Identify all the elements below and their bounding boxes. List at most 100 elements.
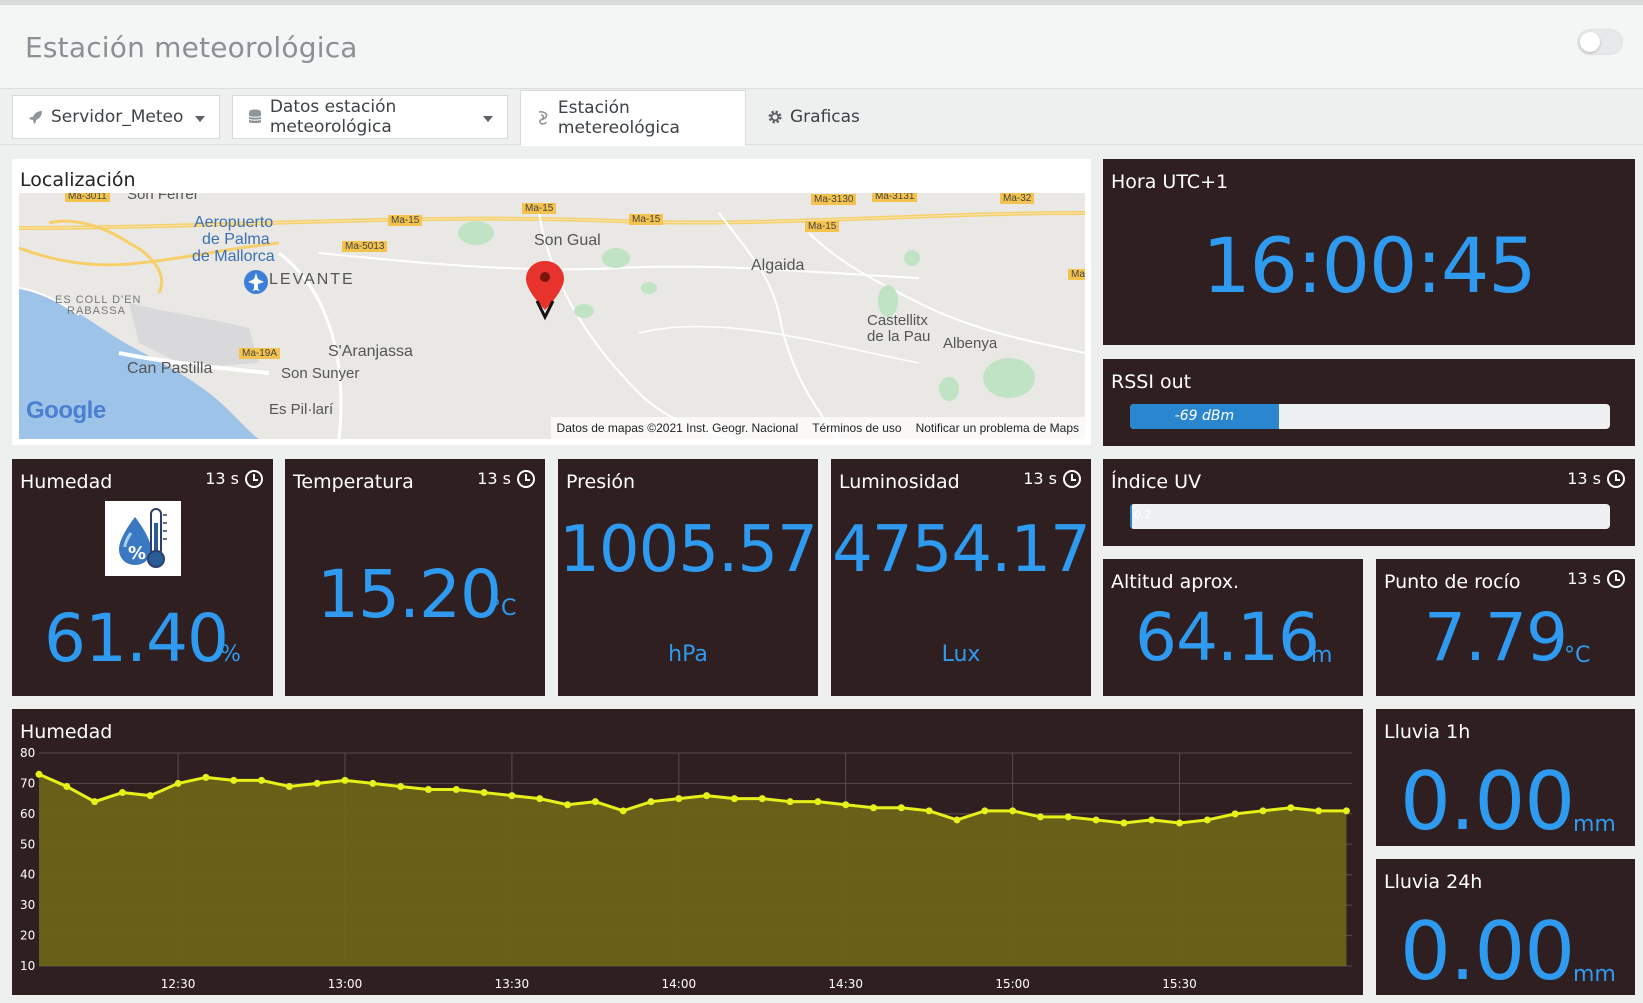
data-point bbox=[1342, 807, 1350, 815]
rssi-bar: -69 dBm bbox=[1130, 404, 1610, 429]
card-title: Punto de rocío bbox=[1384, 571, 1521, 593]
chevron-down-icon bbox=[483, 116, 493, 122]
rain-24h-unit: mm bbox=[1573, 962, 1616, 987]
data-point bbox=[1176, 819, 1184, 827]
data-point bbox=[1064, 813, 1072, 821]
chevron-down-icon bbox=[195, 116, 205, 122]
tab-servidor-meteo[interactable]: Servidor_Meteo bbox=[12, 95, 220, 139]
age-text: 13 s bbox=[1567, 569, 1601, 588]
tab-label: Graficas bbox=[790, 107, 860, 127]
age-text: 13 s bbox=[1023, 469, 1057, 488]
data-point bbox=[118, 789, 126, 797]
theme-toggle[interactable] bbox=[1577, 29, 1623, 55]
y-tick-label: 60 bbox=[20, 807, 35, 821]
altitude-value: 64.16 bbox=[1135, 599, 1320, 676]
data-point bbox=[647, 798, 655, 806]
dewpoint-card: Punto de rocío 13 s 7.79 °C bbox=[1376, 559, 1635, 696]
card-title: Presión bbox=[566, 471, 636, 493]
card-title: RSSI out bbox=[1111, 371, 1192, 393]
data-point bbox=[202, 773, 210, 781]
location-card: Localización Aeropuerto de Palma de Mall… bbox=[12, 159, 1091, 445]
age-text: 13 s bbox=[477, 469, 511, 488]
road-shield: Ma-15 bbox=[522, 203, 557, 214]
map-label: Es Pil·larí bbox=[269, 401, 334, 418]
y-tick-label: 80 bbox=[20, 746, 35, 760]
card-title: Localización bbox=[20, 169, 136, 191]
update-age: 13 s bbox=[1023, 469, 1081, 488]
rain-1h-unit: mm bbox=[1573, 812, 1616, 837]
altitude-card: Altitud aprox. 64.16 m bbox=[1103, 559, 1363, 696]
x-tick-label: 13:30 bbox=[495, 977, 530, 991]
data-point bbox=[285, 782, 293, 790]
map-view[interactable]: Aeropuerto de Palma de Mallorca LEVANTE … bbox=[19, 193, 1085, 439]
clock-icon bbox=[1063, 469, 1081, 488]
data-point bbox=[480, 789, 488, 797]
clock-value: 16:00:45 bbox=[1202, 221, 1536, 310]
road-shield: Ma-15 bbox=[629, 214, 664, 225]
humidity-value: 61.40 bbox=[44, 600, 229, 677]
x-tick-label: 14:00 bbox=[662, 977, 697, 991]
data-point bbox=[730, 795, 738, 803]
data-point bbox=[452, 786, 460, 794]
clock-icon bbox=[1607, 569, 1625, 588]
database-icon bbox=[247, 108, 264, 126]
luminosity-unit: Lux bbox=[941, 642, 981, 667]
data-point bbox=[341, 776, 349, 784]
tab-graficas[interactable]: Graficas bbox=[752, 95, 862, 139]
rain-1h-card: Lluvia 1h 0.00 mm bbox=[1376, 709, 1635, 848]
humidity-chart-card: Humedad 80 70 60 50 40 30 20 10 12:30 13:00 13:30 1… bbox=[12, 709, 1363, 995]
x-tick-label: 15:30 bbox=[1162, 977, 1197, 991]
card-title: Índice UV bbox=[1111, 471, 1202, 493]
card-title: Hora UTC+1 bbox=[1111, 171, 1229, 193]
data-point bbox=[536, 795, 544, 803]
card-title: Luminosidad bbox=[839, 471, 960, 493]
rain-24h-card: Lluvia 24h 0.00 mm bbox=[1376, 859, 1635, 998]
data-point bbox=[1231, 810, 1239, 818]
y-tick-label: 70 bbox=[20, 776, 35, 790]
svg-text:%: % bbox=[128, 543, 146, 564]
data-point bbox=[1315, 807, 1323, 815]
tab-bar: Servidor_Meteo Datos estación meteorológ… bbox=[0, 89, 1643, 146]
tab-estacion-metereologica[interactable]: Estación metereológica bbox=[520, 90, 746, 146]
data-point bbox=[230, 776, 238, 784]
rssi-card: RSSI out -69 dBm bbox=[1103, 359, 1635, 446]
clock-icon bbox=[245, 469, 263, 488]
card-title: Humedad bbox=[20, 471, 113, 493]
data-point bbox=[981, 807, 989, 815]
app-window: Estación meteorológica Servidor_Meteo Da… bbox=[0, 0, 1643, 1003]
map-terms-link[interactable]: Términos de uso bbox=[812, 421, 901, 435]
data-point bbox=[842, 801, 850, 809]
data-point bbox=[91, 798, 99, 806]
header: Estación meteorológica bbox=[0, 5, 1643, 89]
data-point bbox=[1259, 807, 1267, 815]
map-report-link[interactable]: Notificar un problema de Maps bbox=[916, 421, 1079, 435]
data-point bbox=[925, 807, 933, 815]
humidity-card: Humedad 13 s % 61.40 % bbox=[12, 459, 273, 696]
humidity-thermometer-icon: % bbox=[105, 501, 181, 576]
age-text: 13 s bbox=[1567, 469, 1601, 488]
map-label: Son Ferrer bbox=[127, 193, 199, 203]
data-point bbox=[63, 782, 71, 790]
data-point bbox=[424, 786, 432, 794]
road-shield: Ma-3011 bbox=[65, 193, 110, 202]
pressure-unit: hPa bbox=[668, 642, 708, 667]
rain-1h-value: 0.00 bbox=[1400, 755, 1575, 848]
data-point bbox=[1009, 807, 1017, 815]
rocket-icon bbox=[27, 108, 45, 126]
update-age: 13 s bbox=[1567, 569, 1625, 588]
tab-datos-estacion[interactable]: Datos estación meteorológica bbox=[232, 95, 508, 139]
map-label: RABASSA bbox=[67, 305, 126, 317]
humidity-unit: % bbox=[220, 642, 241, 667]
map-label: S'Aranjassa bbox=[328, 343, 413, 360]
y-tick-label: 50 bbox=[20, 837, 35, 851]
y-tick-label: 20 bbox=[20, 929, 35, 943]
map-label: Castellitx bbox=[867, 312, 928, 329]
map-label: de la Pau bbox=[867, 328, 931, 345]
card-title: Altitud aprox. bbox=[1111, 571, 1240, 593]
temperature-card: Temperatura 13 s 15.20 °C bbox=[285, 459, 545, 696]
x-tick-label: 12:30 bbox=[161, 977, 196, 991]
data-point bbox=[369, 779, 377, 787]
data-point bbox=[397, 782, 405, 790]
google-logo: Google bbox=[26, 397, 106, 424]
data-point bbox=[146, 792, 154, 800]
